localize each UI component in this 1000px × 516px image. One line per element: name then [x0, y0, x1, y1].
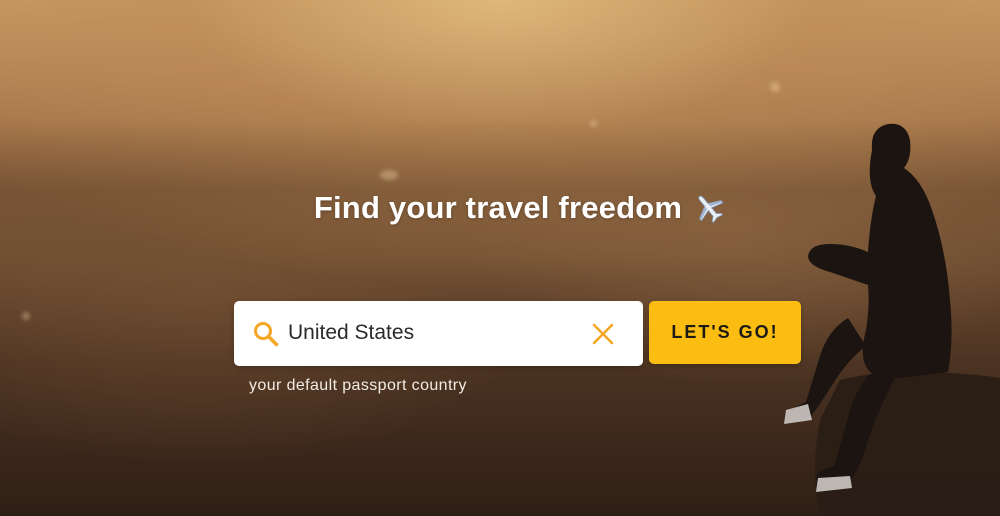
lets-go-button[interactable]: LET'S GO!: [649, 301, 801, 364]
headline-text: Find your travel freedom: [313, 190, 683, 225]
airplane-icon: [692, 191, 726, 225]
helper-text: your default passport country: [249, 377, 467, 394]
passport-search-box[interactable]: [234, 301, 643, 366]
bokeh-light: [380, 170, 398, 180]
person-silhouette: [784, 123, 1000, 516]
hero-headline: Find your travel freedom: [0, 190, 1000, 226]
close-icon[interactable]: [590, 321, 616, 347]
search-icon: [252, 320, 280, 348]
bokeh-light: [22, 312, 30, 320]
hero-section: Find your travel freedom United States L…: [0, 0, 1000, 516]
bokeh-light: [590, 120, 597, 127]
country-search-input[interactable]: [288, 313, 588, 353]
